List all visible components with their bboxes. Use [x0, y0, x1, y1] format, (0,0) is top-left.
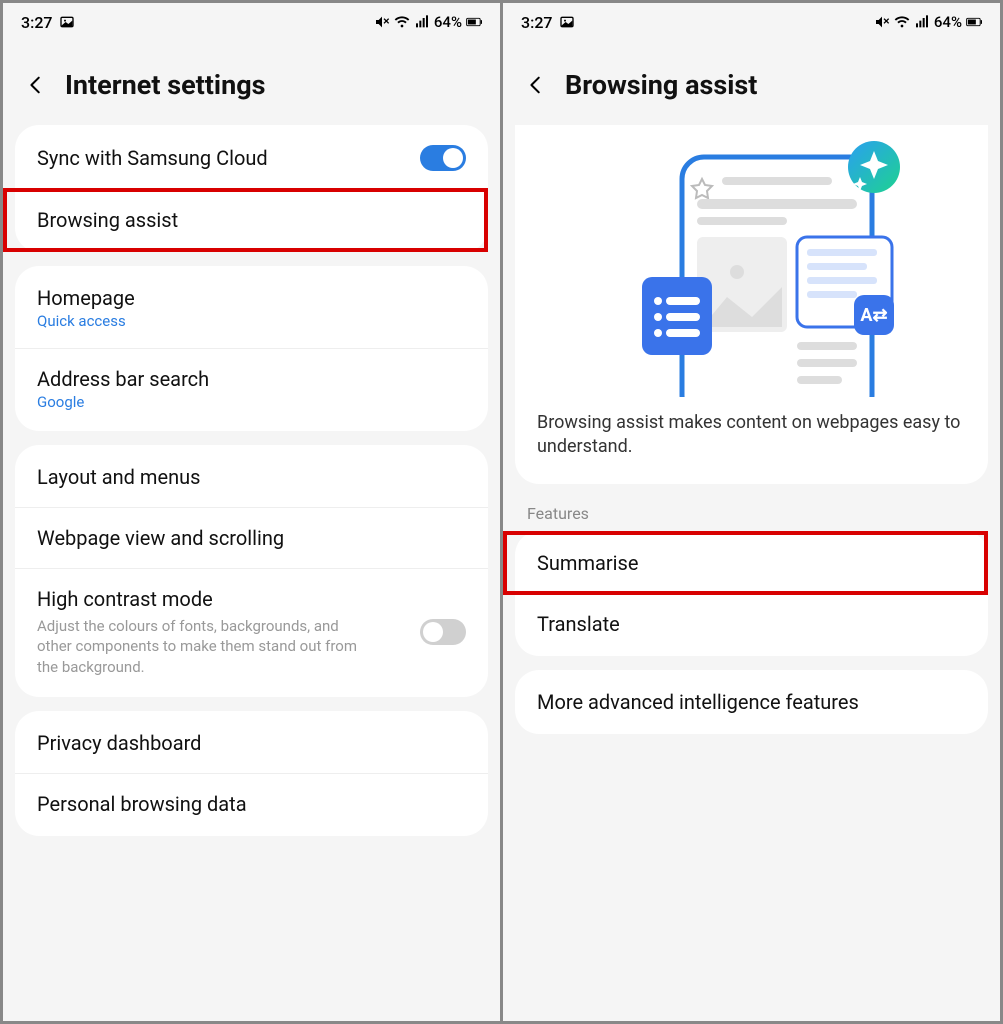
sync-samsung-cloud-row[interactable]: Sync with Samsung Cloud — [15, 127, 488, 189]
browsing-assist-hero: A⇄ Browsing assist makes content on webp… — [515, 125, 988, 484]
high-contrast-label: High contrast mode — [37, 587, 406, 611]
picture-icon — [559, 14, 575, 30]
phone-left: 3:27 64% Internet settings Sync with Sam… — [3, 3, 500, 1021]
privacy-dashboard-row[interactable]: Privacy dashboard — [15, 713, 488, 773]
features-group: Summarise Translate — [515, 531, 988, 656]
status-bar: 3:27 64% — [503, 3, 1000, 41]
signal-icon — [914, 14, 930, 30]
translate-row[interactable]: Translate — [515, 593, 988, 654]
features-section-label: Features — [503, 498, 1000, 531]
homepage-label: Homepage — [37, 286, 466, 310]
battery-icon — [466, 14, 482, 30]
summarise-row[interactable]: Summarise — [515, 533, 988, 593]
browsing-assist-illustration: A⇄ — [602, 137, 902, 397]
personal-browsing-row[interactable]: Personal browsing data — [15, 773, 488, 834]
layout-menus-row[interactable]: Layout and menus — [15, 447, 488, 507]
status-time: 3:27 — [21, 13, 53, 32]
page-header: Internet settings — [3, 41, 500, 125]
sync-label: Sync with Samsung Cloud — [37, 146, 406, 170]
status-bar: 3:27 64% — [3, 3, 500, 41]
address-bar-search-row[interactable]: Address bar search Google — [15, 348, 488, 429]
high-contrast-desc: Adjust the colours of fonts, backgrounds… — [37, 616, 377, 677]
settings-group-3: Layout and menus Webpage view and scroll… — [15, 445, 488, 697]
back-button[interactable] — [525, 74, 547, 96]
layout-menus-label: Layout and menus — [37, 465, 466, 489]
battery-icon — [966, 14, 982, 30]
browsing-assist-row[interactable]: Browsing assist — [15, 189, 488, 250]
personal-browsing-label: Personal browsing data — [37, 792, 466, 816]
webpage-view-label: Webpage view and scrolling — [37, 526, 466, 550]
webpage-view-row[interactable]: Webpage view and scrolling — [15, 507, 488, 568]
battery-percent: 64% — [434, 13, 462, 31]
settings-group-4: Privacy dashboard Personal browsing data — [15, 711, 488, 836]
homepage-row[interactable]: Homepage Quick access — [15, 268, 488, 348]
more-features-group: More advanced intelligence features — [515, 670, 988, 734]
page-header: Browsing assist — [503, 41, 1000, 125]
picture-icon — [59, 14, 75, 30]
battery-percent: 64% — [934, 13, 962, 31]
browsing-assist-description: Browsing assist makes content on webpage… — [527, 397, 976, 460]
phone-right: 3:27 64% Browsing assist — [503, 3, 1000, 1021]
more-features-label: More advanced intelligence features — [537, 690, 966, 714]
high-contrast-toggle[interactable] — [420, 619, 466, 645]
summarise-label: Summarise — [537, 551, 966, 575]
settings-group-1: Sync with Samsung Cloud Browsing assist — [15, 125, 488, 252]
address-bar-sub: Google — [37, 393, 466, 411]
mute-icon — [874, 14, 890, 30]
wifi-icon — [394, 14, 410, 30]
back-button[interactable] — [25, 74, 47, 96]
wifi-icon — [894, 14, 910, 30]
page-title: Internet settings — [65, 69, 266, 101]
settings-group-2: Homepage Quick access Address bar search… — [15, 266, 488, 431]
more-features-row[interactable]: More advanced intelligence features — [515, 672, 988, 732]
privacy-dashboard-label: Privacy dashboard — [37, 731, 466, 755]
status-time: 3:27 — [521, 13, 553, 32]
browsing-assist-label: Browsing assist — [37, 208, 466, 232]
mute-icon — [374, 14, 390, 30]
address-bar-label: Address bar search — [37, 367, 466, 391]
sync-toggle[interactable] — [420, 145, 466, 171]
homepage-sub: Quick access — [37, 312, 466, 330]
page-title: Browsing assist — [565, 69, 757, 101]
svg-text:A⇄: A⇄ — [860, 305, 887, 326]
signal-icon — [414, 14, 430, 30]
translate-label: Translate — [537, 612, 966, 636]
high-contrast-row[interactable]: High contrast mode Adjust the colours of… — [15, 568, 488, 695]
